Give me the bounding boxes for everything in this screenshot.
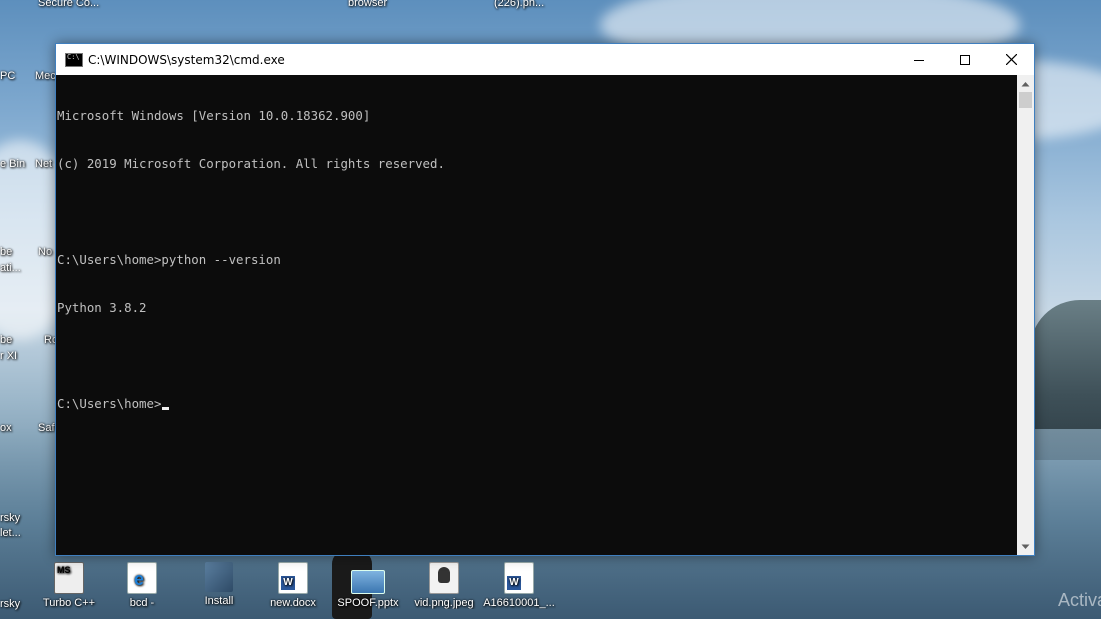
- desktop-icon-new-docx[interactable]: new.docx: [256, 562, 330, 609]
- desktop-icon-media-label[interactable]: Mec: [35, 70, 56, 82]
- desktop-icon-firefox-label[interactable]: ox: [0, 422, 12, 434]
- desktop-icon-secure-label[interactable]: Secure Co...: [38, 0, 99, 9]
- desktop-icon-bcd-shortcut[interactable]: bcd -: [105, 562, 179, 609]
- prompt-text: C:\Users\home>: [57, 396, 162, 411]
- desktop-icon-label: new.docx: [270, 597, 316, 609]
- minimize-icon: [914, 59, 924, 61]
- console-prompt-line[interactable]: C:\Users\home>: [57, 396, 1017, 412]
- word-doc-icon: [278, 562, 308, 594]
- desktop-icon-adobe-reader-label-2[interactable]: r XI: [0, 350, 17, 362]
- desktop-icon-notepad-label[interactable]: No: [38, 246, 52, 258]
- console-output[interactable]: Microsoft Windows [Version 10.0.18362.90…: [56, 75, 1017, 555]
- desktop-icon-label: Turbo C++: [42, 597, 96, 609]
- desktop-icon-spoof-pptx[interactable]: SPOOF.pptx: [331, 562, 405, 609]
- title-bar[interactable]: C:\WINDOWS\system32\cmd.exe: [56, 44, 1034, 75]
- install-box-icon: [205, 562, 233, 592]
- desktop-icon-turbo-cpp[interactable]: Turbo C++: [32, 562, 106, 609]
- minimize-button[interactable]: [896, 44, 942, 75]
- console-line: (c) 2019 Microsoft Corporation. All righ…: [57, 156, 445, 171]
- close-icon: [1005, 54, 1017, 65]
- desktop-icon-label: A16610001_...: [483, 597, 555, 609]
- desktop-icon-kaspersky-label[interactable]: rsky: [0, 512, 20, 524]
- scroll-thumb[interactable]: [1019, 92, 1032, 108]
- vertical-scrollbar[interactable]: [1017, 75, 1034, 555]
- desktop-icon-label: vid.png.jpeg: [414, 597, 474, 609]
- desktop-icon-network-label[interactable]: Net: [35, 158, 52, 170]
- desktop-icon-adobe-label-2[interactable]: ati...: [0, 262, 21, 274]
- desktop-icon-adobe-label[interactable]: be: [0, 246, 12, 258]
- desktop-icon-install[interactable]: Install: [182, 562, 256, 607]
- desktop-icon-png-label[interactable]: (226).pn...: [494, 0, 544, 9]
- shortcut-ie-icon: [127, 562, 157, 594]
- desktop-icon-recycle-bin-label[interactable]: e Bin: [0, 158, 25, 170]
- cmd-window[interactable]: C:\WINDOWS\system32\cmd.exe Microsoft Wi…: [55, 43, 1035, 556]
- maximize-icon: [960, 54, 970, 65]
- window-title: C:\WINDOWS\system32\cmd.exe: [88, 52, 285, 67]
- console-line: C:\Users\home>python --version: [57, 252, 281, 267]
- scroll-down-button[interactable]: [1017, 538, 1034, 555]
- text-cursor: [162, 407, 170, 410]
- caption-buttons: [896, 44, 1034, 75]
- chevron-down-icon: [1021, 544, 1030, 549]
- desktop-icon-browser-label[interactable]: browser: [348, 0, 387, 9]
- desktop-icon-label: bcd -: [129, 597, 155, 609]
- scroll-up-button[interactable]: [1017, 75, 1034, 92]
- desktop-icon-a16610001[interactable]: A16610001_...: [482, 562, 556, 609]
- cmd-icon[interactable]: [65, 52, 83, 67]
- desktop-icon-kaspersky-label-2[interactable]: let...: [0, 527, 21, 539]
- console-line: Microsoft Windows [Version 10.0.18362.90…: [57, 108, 371, 123]
- desktop-icon-label: SPOOF.pptx: [337, 597, 399, 609]
- close-button[interactable]: [988, 44, 1034, 75]
- activate-windows-watermark: Activa: [1057, 590, 1101, 610]
- pptx-file-icon: [351, 570, 385, 594]
- turbo-cpp-icon: [54, 562, 84, 594]
- maximize-button[interactable]: [942, 44, 988, 75]
- word-doc-icon: [504, 562, 534, 594]
- image-file-icon: [429, 562, 459, 594]
- desktop-icon-vid-png[interactable]: vid.png.jpeg: [407, 562, 481, 609]
- desktop-icon-kaspersky2-label[interactable]: rsky: [0, 598, 20, 610]
- desktop-icon-safari-label[interactable]: Saf: [38, 422, 55, 434]
- desktop-icon-this-pc-label[interactable]: PC: [0, 70, 15, 82]
- chevron-up-icon: [1021, 81, 1030, 86]
- desktop-icon-adobe-reader-label[interactable]: be: [0, 334, 12, 346]
- desktop-icon-label: Install: [204, 595, 234, 607]
- console-line: Python 3.8.2: [57, 300, 147, 315]
